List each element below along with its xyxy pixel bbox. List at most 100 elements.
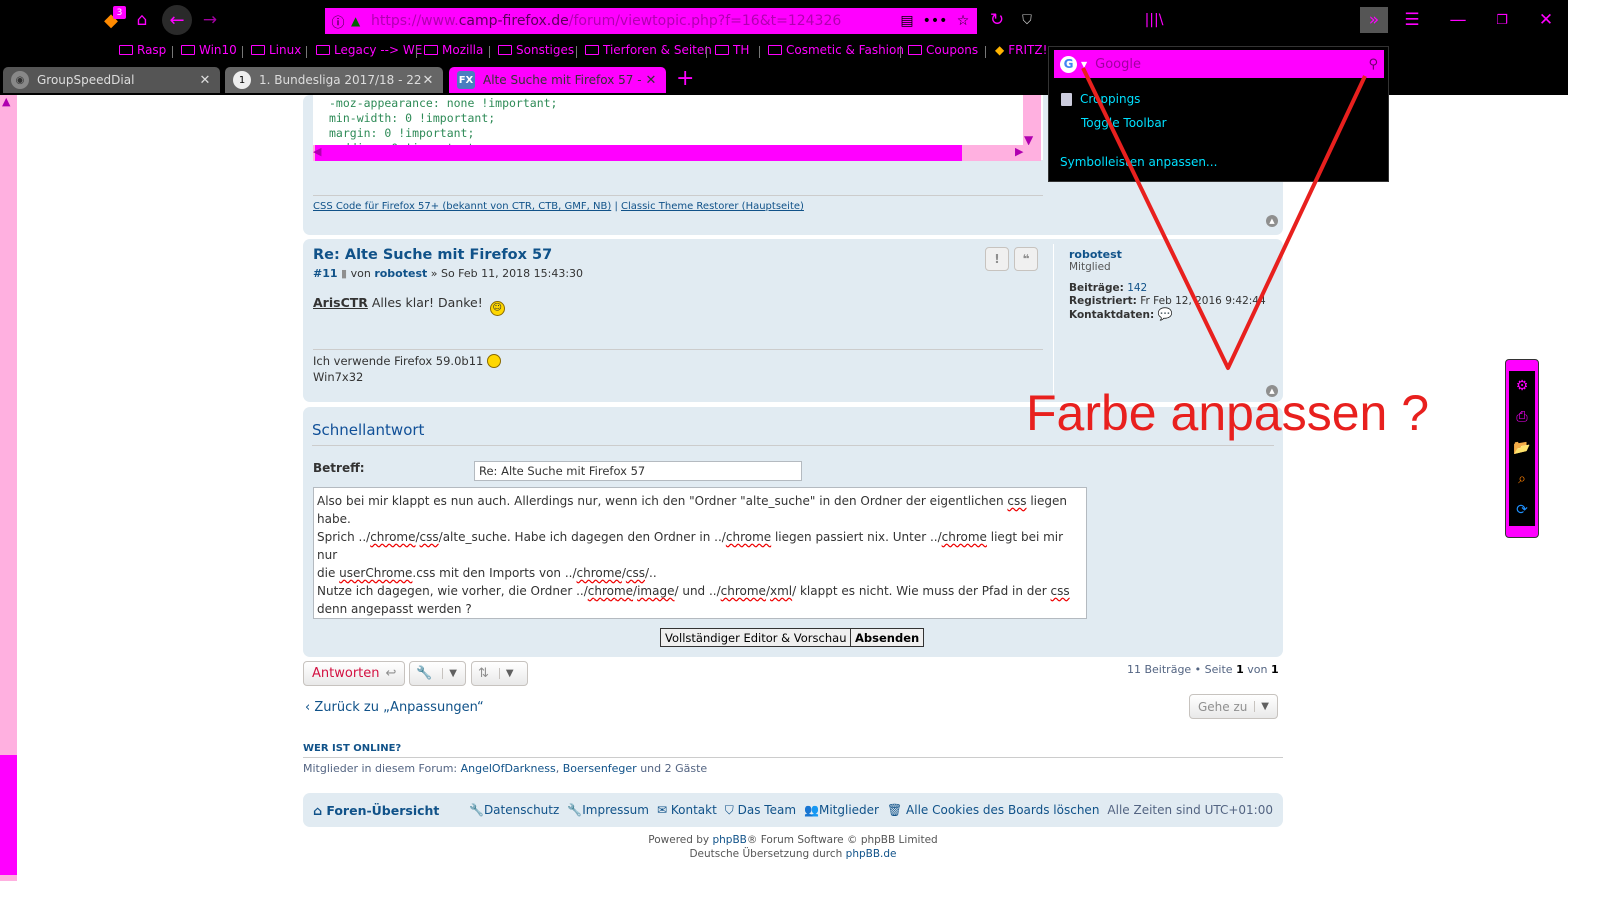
scroll-up-arrow-icon[interactable]: ▲ — [2, 95, 10, 108]
bookmark-folder[interactable]: Win10 — [181, 43, 237, 57]
code-horizontal-scrollbar-thumb[interactable] — [315, 145, 962, 161]
profile-username[interactable]: robotest — [1069, 248, 1266, 261]
reply-button[interactable]: Antworten ↩ — [303, 661, 405, 686]
submit-button[interactable]: Absenden — [850, 628, 925, 647]
online-user-link[interactable]: Boersenfeger — [563, 762, 637, 775]
close-icon[interactable]: ✕ — [1534, 6, 1558, 34]
wrench-icon: 🔧 — [567, 802, 583, 817]
reload-icon[interactable]: ↻ — [985, 6, 1009, 34]
bookmark-folder[interactable]: Mozilla — [424, 43, 483, 57]
contact-chat-icon[interactable]: 💬 — [1158, 307, 1173, 321]
tab-close-icon[interactable]: ✕ — [421, 73, 435, 88]
forum-index-link[interactable]: ⌂ Foren-Übersicht — [313, 803, 439, 818]
bookmark-folder[interactable]: Linux — [251, 43, 301, 57]
sort-options-dropdown[interactable]: ⇅ ▼ — [471, 661, 528, 686]
maximize-icon[interactable]: ❐ — [1490, 6, 1514, 34]
bookmark-folder[interactable]: Cosmetic & Fashion — [768, 43, 904, 57]
footer-link-contact[interactable]: ✉ Kontakt — [657, 803, 717, 818]
menu-item-toggle-toolbar[interactable]: Toggle Toolbar — [1081, 116, 1167, 130]
tab-close-icon[interactable]: ✕ — [644, 73, 658, 88]
scroll-right-arrow-icon[interactable]: ▶ — [1015, 145, 1023, 158]
bookmark-separator — [489, 46, 490, 58]
quote-button[interactable]: ❝ — [1014, 247, 1038, 271]
footer-link-privacy[interactable]: 🔧Datenschutz — [469, 803, 559, 818]
new-tab-plus-icon[interactable]: + — [676, 66, 694, 91]
back-to-top-icon[interactable]: ▲ — [1266, 215, 1278, 227]
back-arrow-icon[interactable]: ← — [162, 5, 192, 35]
bookmark-separator — [306, 46, 307, 58]
ublock-icon[interactable]: ⛉ — [1016, 6, 1038, 34]
folder-icon — [181, 45, 195, 55]
ard-icon: 1 — [233, 71, 251, 89]
sync-icon[interactable]: ⟳ — [1509, 497, 1535, 523]
lock-icon[interactable]: ▲ — [351, 14, 365, 28]
menu-item-croppings[interactable]: Croppings — [1061, 92, 1140, 106]
tab-bundesliga[interactable]: 1 1. Bundesliga 2017/18 - 22. Spieltag ✕ — [225, 67, 443, 93]
page-actions-icon[interactable]: ••• — [921, 13, 949, 29]
footer-link-delete-cookies[interactable]: 🗑 Alle Cookies des Boards löschen — [887, 803, 1099, 818]
tab-camp-firefox[interactable]: FX Alte Suche mit Firefox 57 - Camp Fire… — [449, 67, 666, 93]
footer-link-imprint[interactable]: 🔧Impressum — [567, 803, 649, 818]
profile-posts-link[interactable]: 142 — [1127, 282, 1147, 294]
home-icon[interactable]: ⌂ — [131, 6, 153, 34]
bookmark-folder[interactable]: Sonstiges — [498, 43, 574, 57]
url-bar[interactable]: ⓘ ▲ https://www.camp-firefox.de/forum/vi… — [325, 8, 977, 34]
topic-tools-dropdown[interactable]: 🔧 ▼ — [409, 661, 466, 686]
footer-link-members[interactable]: 👥Mitglieder — [804, 803, 879, 818]
sort-icon: ⇅ — [478, 666, 489, 681]
popup-search-bar[interactable]: G ▼ Google ⚲ — [1054, 50, 1384, 78]
footer-link-team[interactable]: ⛉ Das Team — [725, 803, 796, 818]
folder-open-icon[interactable]: 📂 — [1509, 435, 1535, 461]
subject-input[interactable] — [474, 461, 802, 481]
tab-groupspeeddial[interactable]: ◉ GroupSpeedDial ✕ — [3, 67, 220, 93]
css-code-link[interactable]: CSS Code für Firefox 57+ (bekannt von CT… — [313, 201, 611, 212]
phpbb-link[interactable]: phpBB — [712, 834, 746, 846]
page-scrollbar[interactable]: ▲ — [0, 95, 17, 881]
who-online-heading: WER IST ONLINE? — [303, 743, 402, 754]
back-to-forum-link[interactable]: ‹ Zurück zu „Anpassungen“ — [305, 700, 484, 715]
overflow-chevron-icon[interactable]: » — [1360, 7, 1388, 33]
find-icon[interactable]: ⌕ — [1509, 466, 1535, 492]
chevron-down-icon[interactable]: ▼ — [1081, 60, 1087, 69]
powered-by: Powered by phpBB® Forum Software © phpBB… — [648, 834, 938, 860]
bookmark-folder[interactable]: Rasp — [119, 43, 166, 57]
bookmark-link[interactable]: ◆ FRITZ! — [995, 43, 1047, 57]
search-icon[interactable]: ⚲ — [1368, 57, 1378, 72]
url-text[interactable]: https://www.camp-firefox.de/forum/viewto… — [365, 13, 893, 29]
post-title[interactable]: Re: Alte Suche mit Firefox 57 — [313, 247, 552, 263]
search-input[interactable]: Google — [1095, 57, 1368, 72]
post-11: Re: Alte Suche mit Firefox 57 #11 ▮ von … — [303, 239, 1283, 402]
tab-close-icon[interactable]: ✕ — [198, 73, 212, 88]
reader-view-icon[interactable]: ▤ — [893, 13, 921, 29]
forum-page: -moz-appearance: none !important; min-wi… — [17, 95, 1568, 881]
full-editor-preview-button[interactable]: Vollständiger Editor & Vorschau — [660, 628, 852, 647]
jump-to-dropdown[interactable]: Gehe zu ▼ — [1189, 694, 1278, 719]
bookmark-folder[interactable]: Legacy --> WE — [316, 43, 422, 57]
post-number-link[interactable]: #11 — [313, 267, 338, 280]
gear-icon[interactable]: ⚙ — [1509, 373, 1535, 399]
minimize-icon[interactable]: — — [1446, 6, 1470, 34]
hamburger-menu-icon[interactable]: ☰ — [1400, 6, 1424, 34]
library-icon[interactable]: |||\ — [1142, 6, 1166, 34]
print-icon[interactable]: ⎙ — [1509, 404, 1535, 430]
scroll-left-arrow-icon[interactable]: ◀ — [313, 145, 321, 158]
report-button[interactable]: ! — [985, 247, 1009, 271]
page-scrollbar-thumb[interactable] — [0, 755, 17, 875]
shield-icon: ⛉ — [724, 802, 734, 817]
side-toolbar-buttons: ⚙ ⎙ 📂 ⌕ ⟳ — [1509, 371, 1535, 526]
message-textarea[interactable]: Also bei mir klappt es nun auch. Allerdi… — [313, 487, 1087, 619]
bookmark-star-icon[interactable]: ☆ — [949, 13, 977, 29]
ctr-link[interactable]: Classic Theme Restorer (Hauptseite) — [621, 201, 804, 212]
phpbb-de-link[interactable]: phpBB.de — [846, 848, 897, 860]
bookmark-folder[interactable]: Coupons — [908, 43, 978, 57]
menu-item-customize[interactable]: Symbolleisten anpassen... — [1060, 155, 1217, 169]
forward-arrow-icon[interactable]: → — [198, 6, 222, 34]
post-signature: Ich verwende Firefox 59.0b11 Win7x32 — [313, 353, 501, 385]
post-author-link[interactable]: robotest — [374, 267, 427, 280]
online-user-link[interactable]: AngelOfDarkness — [461, 762, 556, 775]
signature-divider — [313, 349, 1043, 350]
bookmark-folder[interactable]: Tierforen & Seiten — [585, 43, 712, 57]
info-icon[interactable]: ⓘ — [325, 12, 351, 31]
signature-divider — [313, 195, 1043, 196]
bookmark-folder[interactable]: TH — [715, 43, 749, 57]
